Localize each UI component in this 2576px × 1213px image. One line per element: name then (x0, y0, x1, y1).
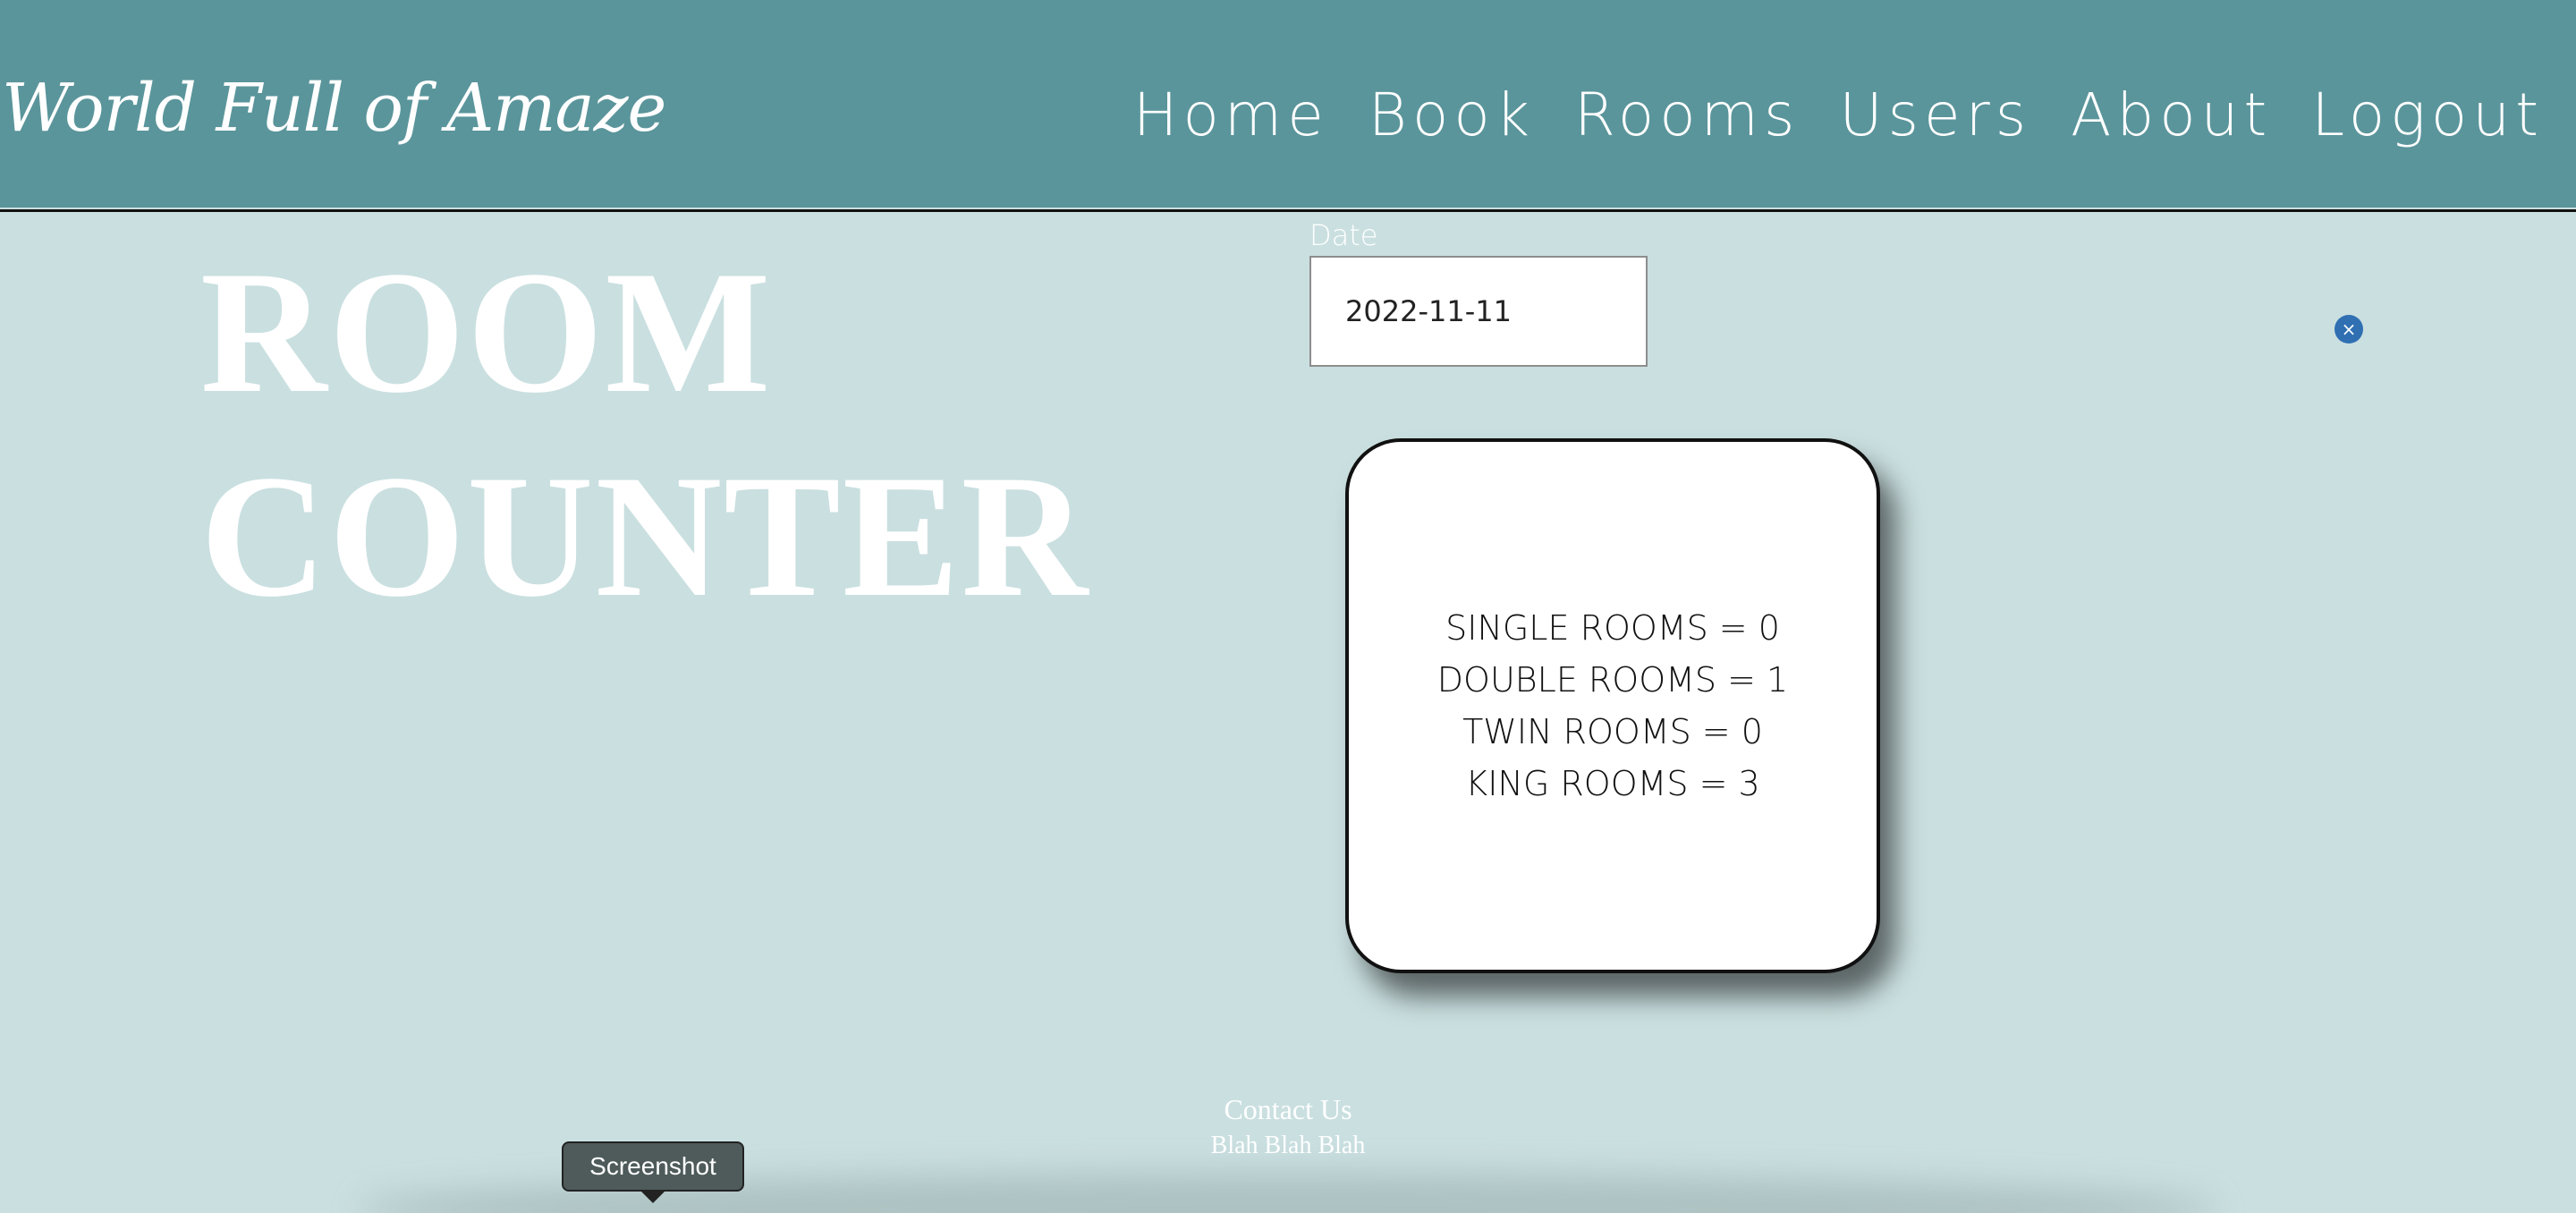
site-header: World Full of Amaze Home Book Rooms User… (0, 0, 2576, 208)
footer-contact-title: Contact Us (1224, 1093, 1352, 1125)
nav-home-link[interactable]: Home (1133, 86, 1329, 145)
page-title-line-1: ROOM (200, 235, 773, 429)
footer-contact-text: Blah Blah Blah (1210, 1132, 1366, 1159)
main-nav: Home Book Rooms Users About Logout (1133, 86, 2544, 145)
nav-about-link[interactable]: About (2071, 86, 2272, 145)
tooltip-arrow (640, 1191, 665, 1203)
king-rooms-count: KING ROOMS = 3 (1465, 764, 1760, 803)
nav-users-link[interactable]: Users (1839, 86, 2031, 145)
nav-book-link[interactable]: Book (1368, 86, 1535, 145)
brand-logo-text[interactable]: World Full of Amaze (2, 75, 666, 141)
header-divider (0, 209, 2576, 212)
room-counter-card: SINGLE ROOMS = 0 DOUBLE ROOMS = 1 TWIN R… (1345, 438, 1880, 973)
date-input-value: 2022-11-11 (1345, 294, 1512, 328)
single-rooms-count: SINGLE ROOMS = 0 (1445, 608, 1780, 648)
screenshot-tooltip: Screenshot (562, 1141, 744, 1192)
close-icon[interactable]: × (2334, 315, 2363, 344)
twin-rooms-count: TWIN ROOMS = 0 (1462, 712, 1763, 751)
page-title-line-2: COUNTER (200, 439, 1090, 633)
double-rooms-count: DOUBLE ROOMS = 1 (1436, 660, 1789, 700)
nav-logout-link[interactable]: Logout (2311, 86, 2544, 145)
date-input[interactable]: 2022-11-11 (1309, 256, 1648, 367)
date-label: Date (1309, 218, 1378, 252)
page-title: ROOM COUNTER (200, 231, 1274, 639)
nav-rooms-link[interactable]: Rooms (1574, 86, 1800, 145)
